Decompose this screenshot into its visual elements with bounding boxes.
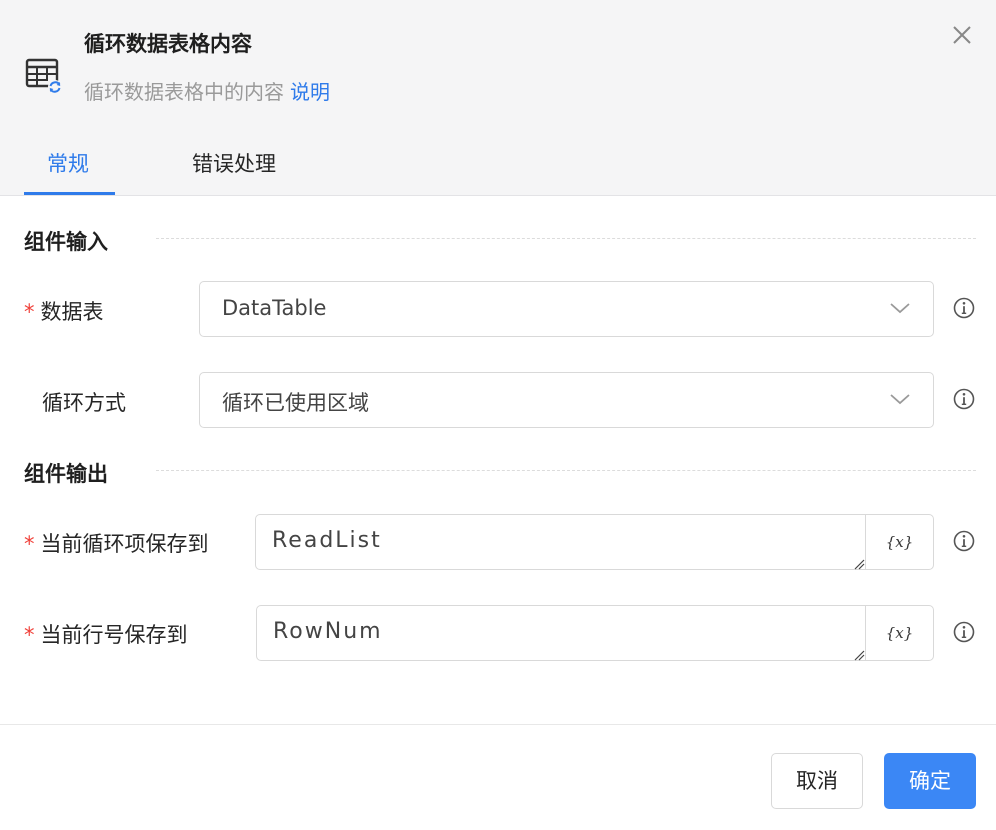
current-item-input[interactable]: ReadList {x}: [255, 514, 934, 570]
chevron-down-icon: [890, 303, 910, 314]
variable-button[interactable]: {x}: [865, 606, 933, 660]
datatable-label: * 数据表: [24, 296, 104, 326]
info-icon[interactable]: [953, 388, 975, 410]
help-link[interactable]: 说明: [290, 80, 330, 104]
resize-grip-icon[interactable]: [853, 649, 865, 661]
required-mark: *: [24, 623, 35, 647]
footer-divider: [0, 724, 996, 725]
loop-mode-select[interactable]: 循环已使用区域: [199, 372, 934, 428]
section-title-output: 组件输出: [24, 462, 108, 486]
section-divider-output: [156, 470, 976, 471]
current-row-label-text: 当前行号保存到: [40, 623, 188, 647]
dialog-title: 循环数据表格内容: [84, 32, 252, 56]
section-title-input: 组件输入: [24, 230, 108, 254]
chevron-down-icon: [890, 394, 910, 405]
resize-grip-icon[interactable]: [853, 558, 865, 570]
confirm-button[interactable]: 确定: [884, 753, 976, 809]
loop-mode-label: 循环方式: [42, 391, 126, 415]
datatable-label-text: 数据表: [40, 300, 104, 324]
dialog-header: 循环数据表格内容 循环数据表格中的内容 说明 常规 错误处理: [0, 0, 996, 196]
current-item-value: ReadList: [272, 528, 382, 553]
tab-error-handling[interactable]: 错误处理: [192, 148, 276, 178]
table-loop-icon: [25, 58, 62, 94]
info-icon[interactable]: [953, 297, 975, 319]
dialog-subtitle: 循环数据表格中的内容 说明: [84, 76, 330, 105]
required-mark: *: [24, 300, 35, 324]
current-row-label: * 当前行号保存到: [24, 619, 188, 649]
subtitle-text: 循环数据表格中的内容: [84, 80, 284, 104]
tab-general[interactable]: 常规: [47, 148, 89, 178]
datatable-select-value: DataTable: [222, 296, 327, 320]
current-row-value: RowNum: [273, 619, 383, 644]
current-item-label-text: 当前循环项保存到: [40, 532, 209, 556]
section-divider-input: [156, 238, 976, 239]
variable-button[interactable]: {x}: [865, 515, 933, 569]
loop-mode-select-value: 循环已使用区域: [222, 391, 369, 415]
current-item-label: * 当前循环项保存到: [24, 528, 209, 558]
current-row-input[interactable]: RowNum {x}: [256, 605, 934, 661]
required-mark: *: [24, 532, 35, 556]
cancel-button[interactable]: 取消: [771, 753, 863, 809]
close-icon[interactable]: [948, 21, 976, 49]
active-tab-indicator: [24, 192, 115, 195]
info-icon[interactable]: [953, 530, 975, 552]
info-icon[interactable]: [953, 621, 975, 643]
datatable-select[interactable]: DataTable: [199, 281, 934, 337]
